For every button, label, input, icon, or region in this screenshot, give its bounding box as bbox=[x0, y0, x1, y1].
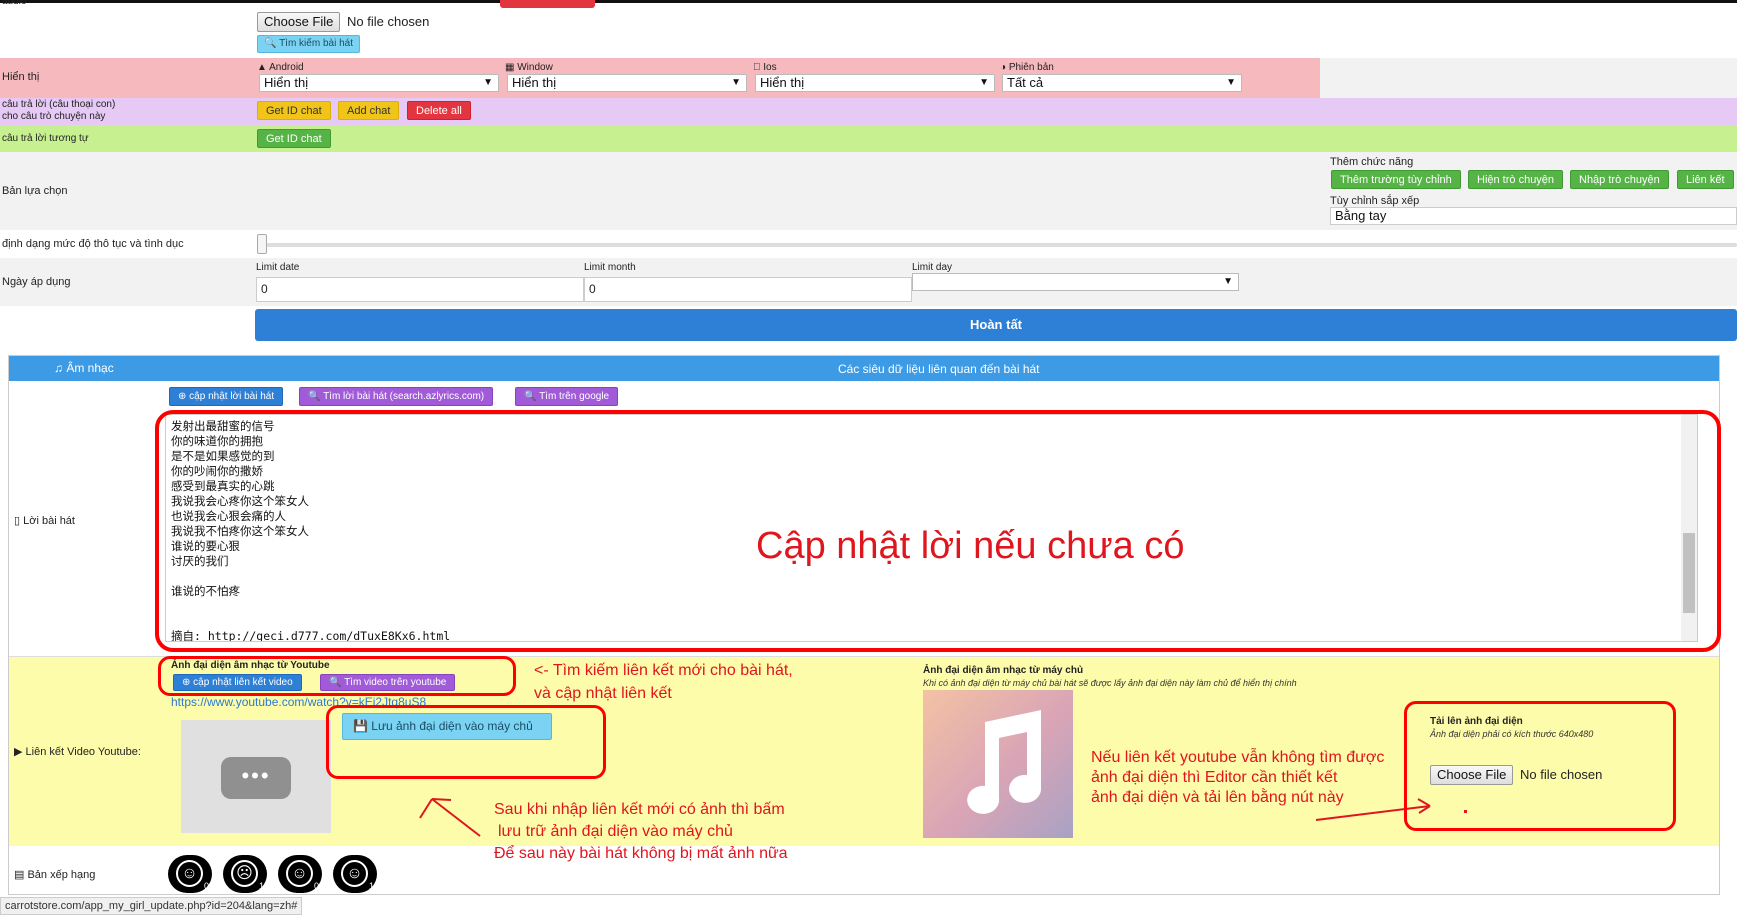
upload-annotation-1: Nếu liên kết youtube vẫn không tìm được bbox=[1091, 749, 1385, 766]
rank-sad[interactable]: ☹ 1 bbox=[223, 855, 267, 893]
list-icon: ▤ bbox=[14, 869, 25, 881]
server-title: Ảnh đại diện âm nhạc từ máy chủ bbox=[923, 665, 1084, 676]
status-bar: carrotstore.com/app_my_girl_update.php?i… bbox=[0, 897, 303, 915]
server-thumbnail bbox=[923, 690, 1073, 838]
rank-happy[interactable]: ☺ 0 bbox=[168, 855, 212, 893]
rank-label: ▤ Bản xếp hạng bbox=[14, 869, 96, 881]
server-subtitle: Khi có ảnh đại diện từ máy chủ bài hát s… bbox=[923, 678, 1297, 688]
upload-annotation-3: ảnh đại diện và tải lên bằng nút này bbox=[1091, 789, 1344, 806]
music-note-icon bbox=[967, 710, 1042, 814]
upload-annotation-2: ảnh đại diện thì Editor cần thiết kết bbox=[1091, 769, 1338, 786]
rank-neutral[interactable]: ☺ 0 bbox=[278, 855, 322, 893]
upload-annotation-box bbox=[1404, 701, 1676, 831]
save-arrow bbox=[419, 798, 481, 837]
rank-smile[interactable]: ☺ 1 bbox=[333, 855, 377, 893]
